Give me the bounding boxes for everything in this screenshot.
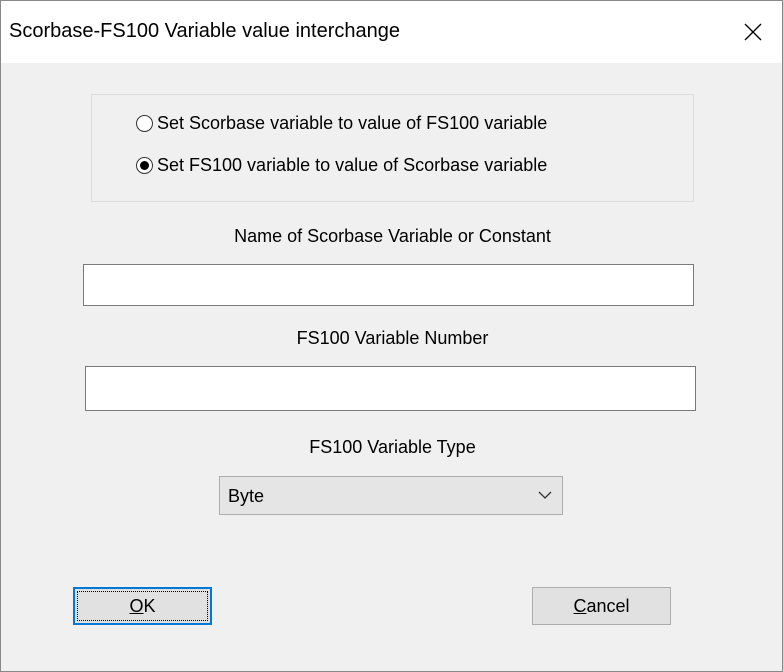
direction-group: Set Scorbase variable to value of FS100 … xyxy=(91,94,694,202)
cancel-button-label: Cancel xyxy=(573,595,630,616)
focus-rectangle xyxy=(77,591,208,621)
radio-button-checked[interactable] xyxy=(136,157,153,174)
title-bar[interactable]: Scorbase-FS100 Variable value interchang… xyxy=(1,1,782,63)
close-button[interactable] xyxy=(724,1,782,63)
ok-button[interactable]: OK xyxy=(73,587,212,625)
scorbase-variable-label: Name of Scorbase Variable or Constant xyxy=(234,226,551,246)
chevron-down-icon xyxy=(538,491,552,499)
fs100-type-label: FS100 Variable Type xyxy=(309,437,476,457)
dropdown-value: Byte xyxy=(228,486,265,506)
close-icon xyxy=(744,23,762,41)
radio-label: Set Scorbase variable to value of FS100 … xyxy=(157,113,548,133)
window-title: Scorbase-FS100 Variable value interchang… xyxy=(9,20,400,42)
radio-label: Set FS100 variable to value of Scorbase … xyxy=(157,155,548,175)
fs100-type-dropdown[interactable]: Byte xyxy=(219,476,563,515)
dialog-window: Scorbase-FS100 Variable value interchang… xyxy=(0,0,783,672)
scorbase-variable-input[interactable] xyxy=(83,264,694,306)
fs100-number-input[interactable] xyxy=(85,366,696,411)
radio-scorbase-from-fs100[interactable]: Set Scorbase variable to value of FS100 … xyxy=(136,113,547,134)
radio-fs100-from-scorbase[interactable]: Set FS100 variable to value of Scorbase … xyxy=(136,155,547,176)
radio-button-unchecked[interactable] xyxy=(136,115,153,132)
cancel-button[interactable]: Cancel xyxy=(532,587,671,625)
fs100-number-label: FS100 Variable Number xyxy=(296,328,489,348)
